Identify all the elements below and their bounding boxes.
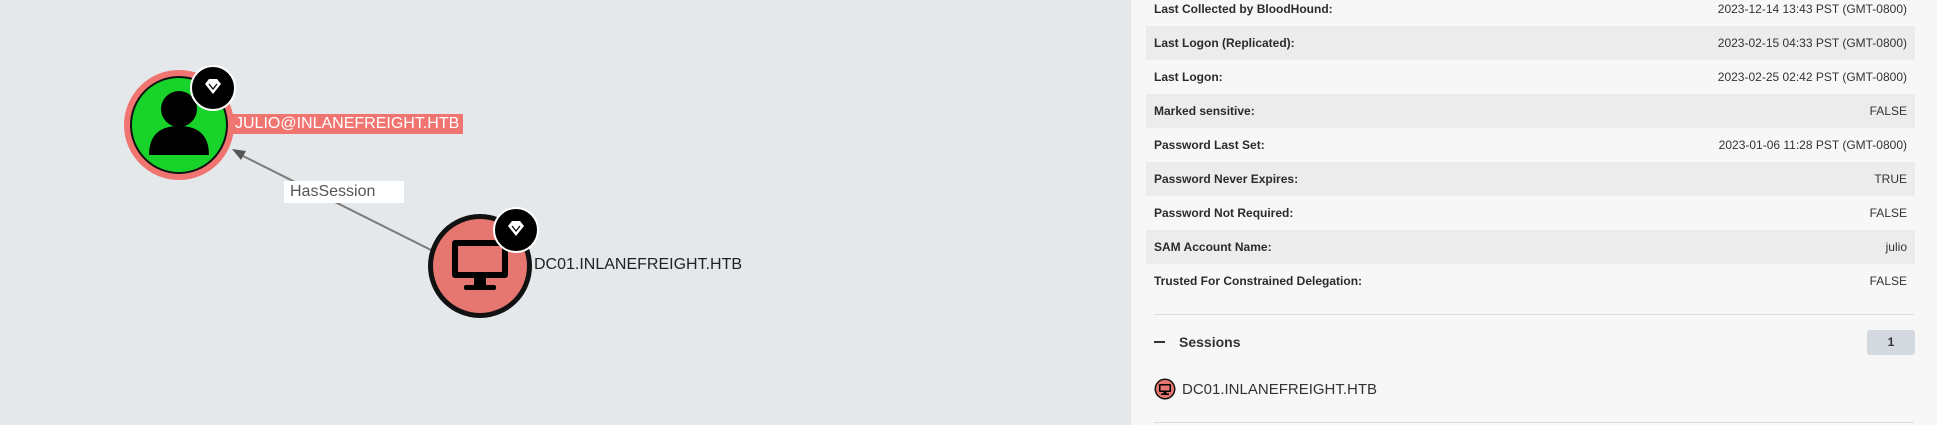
property-value: 2023-01-06 11:28 PST (GMT-0800) [1718, 138, 1907, 152]
property-row: Last Collected by BloodHound: 2023-12-14… [1146, 0, 1915, 26]
sessions-title: Sessions [1179, 334, 1241, 350]
property-key: Last Logon: [1154, 70, 1223, 84]
property-key: Last Logon (Replicated): [1154, 36, 1295, 50]
property-row: Password Never Expires: TRUE [1146, 162, 1915, 196]
property-value: 2023-02-15 04:33 PST (GMT-0800) [1717, 36, 1907, 50]
property-key: Password Not Required: [1154, 206, 1294, 220]
diamond-badge-icon [493, 207, 539, 253]
user-node-label[interactable]: JULIO@INLANEFREIGHT.HTB [231, 114, 464, 134]
user-node[interactable] [124, 65, 236, 180]
has-session-edge[interactable] [236, 152, 448, 259]
sessions-count-badge[interactable]: 1 [1867, 329, 1915, 355]
section-divider [1154, 314, 1914, 315]
property-value: TRUE [1874, 172, 1907, 186]
property-value: FALSE [1869, 274, 1907, 288]
computer-icon [1154, 378, 1176, 400]
session-item-label: DC01.INLANEFREIGHT.HTB [1182, 380, 1378, 398]
computer-node-label[interactable]: DC01.INLANEFREIGHT.HTB [534, 256, 742, 274]
property-row: Last Logon (Replicated): 2023-02-15 04:3… [1146, 26, 1915, 60]
section-divider [1154, 422, 1914, 423]
property-value: julio [1885, 240, 1907, 254]
property-value: 2023-02-25 02:42 PST (GMT-0800) [1717, 70, 1907, 84]
edge-arrowhead [232, 149, 246, 160]
property-row: Password Not Required: FALSE [1146, 196, 1915, 230]
property-value: 2023-12-14 13:43 PST (GMT-0800) [1717, 2, 1907, 16]
graph-svg[interactable] [0, 0, 1131, 425]
property-key: Trusted For Constrained Delegation: [1154, 274, 1363, 288]
session-list-item[interactable]: DC01.INLANEFREIGHT.HTB [1154, 378, 1377, 400]
property-row: Trusted For Constrained Delegation: FALS… [1146, 264, 1915, 298]
diamond-badge-icon [190, 65, 236, 111]
edge-label[interactable]: HasSession [284, 181, 404, 203]
graph-canvas[interactable]: JULIO@INLANEFREIGHT.HTB DC01.INLANEFREIG… [0, 0, 1131, 425]
property-row: Last Logon: 2023-02-25 02:42 PST (GMT-08… [1146, 60, 1915, 94]
property-key: Marked sensitive: [1154, 104, 1255, 118]
property-value: FALSE [1869, 206, 1907, 220]
property-key: SAM Account Name: [1154, 240, 1272, 254]
property-key: Password Never Expires: [1154, 172, 1299, 186]
property-key: Last Collected by BloodHound: [1154, 2, 1333, 16]
property-row: SAM Account Name: julio [1146, 230, 1915, 264]
sessions-section-header[interactable]: Sessions 1 [1146, 327, 1915, 357]
node-properties-panel: Last Collected by BloodHound: 2023-12-14… [1131, 0, 1937, 425]
property-value: FALSE [1869, 104, 1907, 118]
collapse-icon[interactable] [1154, 341, 1165, 343]
property-row: Marked sensitive: FALSE [1146, 94, 1915, 128]
property-row: Password Last Set: 2023-01-06 11:28 PST … [1146, 128, 1915, 162]
computer-node[interactable] [428, 207, 539, 318]
property-key: Password Last Set: [1154, 138, 1265, 152]
